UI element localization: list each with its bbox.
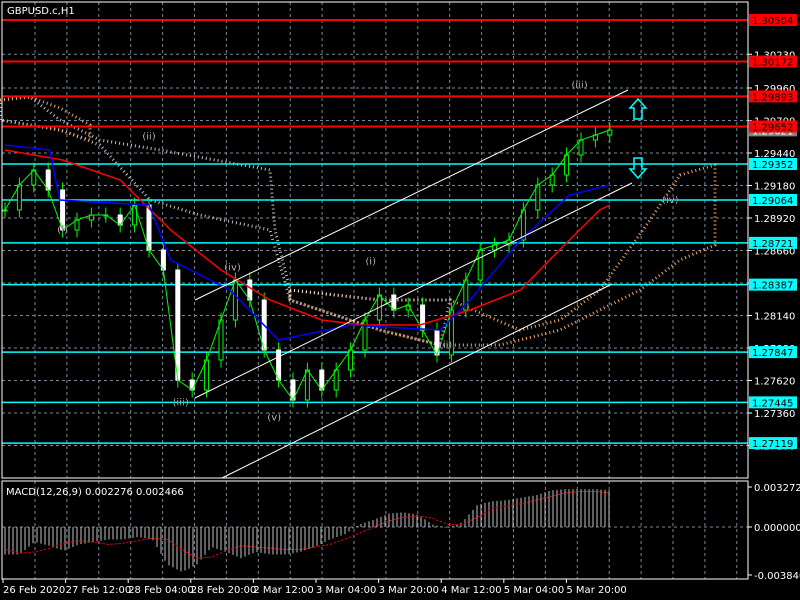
price-label: 1.27847 (752, 348, 793, 359)
price-label: 1.29064 (752, 196, 793, 207)
candle-body (348, 349, 354, 371)
price-label: 1.30172 (752, 58, 793, 69)
macd-label: MACD(12,26,9) 0.002276 0.002466 (6, 487, 184, 498)
candle-body (477, 249, 483, 281)
candle-body (420, 304, 426, 331)
wave-label: (iii) (571, 80, 587, 91)
candles (2, 122, 613, 408)
y-tick-label: 1.28140 (754, 312, 795, 323)
candle-body (232, 279, 238, 321)
horizontal-levels[interactable] (2, 19, 748, 444)
arrow-up-icon[interactable] (628, 97, 648, 120)
candle-body (60, 189, 66, 231)
price-label: 1.29893 (752, 92, 793, 103)
price-label: 1.27445 (752, 398, 793, 409)
price-label: 1.30504 (752, 16, 793, 27)
price-label: 1.29652 (752, 123, 793, 134)
y-tick-label: 1.27360 (754, 409, 795, 420)
candle-body (578, 139, 584, 156)
macd-signal-line (4, 491, 611, 559)
x-tick-label: 27 Feb 12:00 (66, 585, 132, 596)
candle-body (535, 184, 541, 211)
time-axis[interactable]: 26 Feb 2020 27 Feb 12:0028 Feb 04:0028 Fe… (2, 579, 627, 596)
moving-average-red (4, 149, 611, 326)
main-panel-border (1, 1, 749, 479)
candle-body (276, 349, 282, 381)
wave-label: (i) (365, 256, 376, 267)
chart-title: GBPUSD.c,H1 (7, 6, 75, 17)
close-line (4, 129, 610, 401)
candle-body (146, 204, 152, 251)
candle-body (247, 279, 253, 301)
candle-body (391, 294, 397, 311)
x-tick-label: 28 Feb 04:00 (128, 585, 194, 596)
y-tick-label: 1.27620 (754, 377, 795, 388)
x-tick-label: 3 Mar 04:00 (316, 585, 376, 596)
candle-body (45, 169, 51, 191)
candle-body (319, 369, 325, 391)
y-tick-label: 1.28920 (754, 214, 795, 225)
channel-middle-line[interactable] (194, 182, 633, 399)
price-axis[interactable]: 1.302301.299601.297001.294401.291801.289… (748, 50, 795, 453)
candle-body (175, 269, 181, 381)
candle-body (16, 184, 22, 211)
candle-body (304, 369, 310, 401)
ichimoku-cloud-1-orange (0, 95, 92, 143)
candle-body (160, 249, 166, 271)
candle-body (333, 369, 339, 391)
price-label: 1.29352 (752, 160, 793, 171)
x-tick-label: 3 Mar 20:00 (379, 585, 439, 596)
candle-body (564, 154, 570, 176)
macd-tick-label: 0.003272 (754, 483, 800, 494)
wave-label: (ii) (142, 131, 155, 142)
x-tick-label: 5 Mar 04:00 (504, 585, 564, 596)
candle-body (204, 359, 210, 391)
macd-tick-label: -0.003840 (754, 571, 800, 582)
y-tick-label: 1.29180 (754, 182, 795, 193)
x-tick-label: 2 Mar 12:00 (253, 585, 313, 596)
price-label: 1.28387 (752, 281, 793, 292)
x-tick-label: 26 Feb 2020 (3, 585, 65, 596)
wave-label: (v) (267, 413, 281, 424)
x-tick-label: 4 Mar 12:00 (441, 585, 501, 596)
wave-label: (iv) (662, 195, 679, 206)
price-label: 1.28721 (752, 239, 793, 250)
candle-body (218, 319, 224, 361)
wave-label: (ii) (439, 340, 452, 351)
price-label: 1.27119 (752, 439, 793, 450)
candle-body (2, 209, 8, 212)
wave-label: (iv) (224, 263, 241, 274)
wave-label: (i) (57, 225, 68, 236)
channel-upper-line[interactable] (194, 89, 629, 301)
x-tick-label: 5 Mar 20:00 (566, 585, 626, 596)
wave-label: (iii) (173, 398, 189, 409)
macd-tick-label: 0.000000 (754, 523, 800, 534)
price-chart[interactable]: (i) (ii) (iii) (iv) (v) (i) (ii) (iii) (iv) GBPU… (0, 0, 800, 600)
x-tick-label: 28 Feb 20:00 (191, 585, 257, 596)
arrow-down-icon[interactable] (628, 157, 648, 180)
